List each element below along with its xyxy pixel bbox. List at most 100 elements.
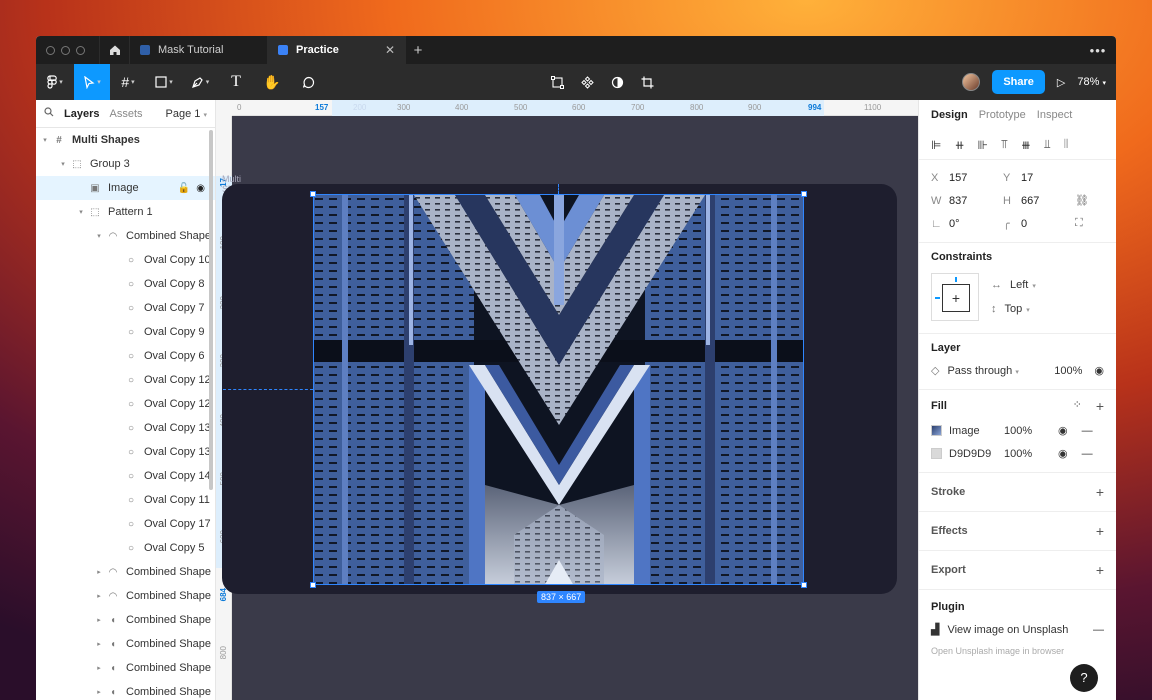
layer-row[interactable]: ▸ ◖ Combined Shape	[36, 632, 215, 656]
move-tool-button[interactable]: ▾	[74, 64, 110, 100]
width-field[interactable]: W 837	[931, 195, 1003, 207]
tab-mask-tutorial[interactable]: Mask Tutorial	[130, 36, 268, 64]
tab-inspect[interactable]: Inspect	[1037, 109, 1072, 121]
layer-row[interactable]: ○ Oval Copy 7	[36, 296, 215, 320]
layer-row[interactable]: ▸ ◠ Combined Shape	[36, 560, 215, 584]
color-swatch[interactable]	[931, 448, 942, 459]
height-field[interactable]: H 667	[1003, 195, 1075, 207]
mask-button[interactable]	[602, 64, 632, 100]
layer-row[interactable]: ○ Oval Copy 12	[36, 392, 215, 416]
hand-tool-button[interactable]: ✋	[254, 64, 290, 100]
avatar[interactable]	[962, 73, 981, 91]
expand-arrow-icon[interactable]: ▾	[40, 136, 50, 144]
align-right-icon[interactable]: ⊪	[978, 138, 988, 152]
layer-row[interactable]: ▾ ⬚ Pattern 1	[36, 200, 215, 224]
layer-row[interactable]: ▾ # Multi Shapes	[36, 128, 215, 152]
independent-corners-icon[interactable]: ⛶	[1075, 217, 1095, 230]
plugin-row[interactable]: ▟ View image on Unsplash —	[931, 623, 1104, 637]
tab-assets[interactable]: Assets	[109, 108, 142, 120]
fill-opacity[interactable]: 100%	[1004, 448, 1058, 460]
layer-row[interactable]: ○ Oval Copy 17	[36, 512, 215, 536]
layer-row[interactable]: ○ Oval Copy 9	[36, 320, 215, 344]
zoom-dropdown[interactable]: 78% ▾	[1077, 76, 1106, 88]
plugin-name[interactable]: View image on Unsplash	[947, 624, 1068, 636]
minimize-window-button[interactable]	[61, 45, 70, 55]
layer-row[interactable]: ○ Oval Copy 14	[36, 464, 215, 488]
tab-practice[interactable]: Practice ✕	[268, 36, 406, 64]
new-tab-icon[interactable]: +	[406, 42, 430, 59]
unlock-icon[interactable]: 🔓	[178, 183, 190, 194]
home-icon[interactable]	[100, 36, 130, 64]
layer-row[interactable]: ○ Oval Copy 10	[36, 248, 215, 272]
expand-arrow-icon[interactable]: ▸	[94, 664, 104, 672]
expand-arrow-icon[interactable]: ▸	[94, 568, 104, 576]
image-swatch[interactable]	[931, 425, 942, 436]
page-selector[interactable]: Page 1 ▾	[166, 108, 207, 120]
resize-handle-bottom-right[interactable]	[801, 582, 807, 588]
layer-row[interactable]: ▾ ⬚ Group 3	[36, 152, 215, 176]
main-menu-button[interactable]: ▾	[36, 64, 74, 100]
horizontal-constraint-dropdown[interactable]: ↔ Left ▾	[991, 279, 1036, 291]
vertical-constraint-dropdown[interactable]: ↕ Top ▾	[991, 303, 1036, 315]
eye-icon[interactable]: ◉	[196, 183, 205, 194]
layer-row[interactable]: ○ Oval Copy 13	[36, 416, 215, 440]
selected-image[interactable]	[313, 194, 804, 585]
close-window-button[interactable]	[46, 45, 55, 55]
constrain-proportions-icon[interactable]: ⛓	[1075, 194, 1095, 207]
constraints-widget[interactable]: +	[931, 273, 979, 321]
expand-arrow-icon[interactable]: ▾	[76, 208, 86, 216]
layer-row[interactable]: ▸ ◠ Combined Shape	[36, 584, 215, 608]
expand-arrow-icon[interactable]: ▸	[94, 592, 104, 600]
canvas[interactable]: 01572003004005006007008009009941100 1710…	[216, 100, 918, 700]
comment-tool-button[interactable]	[290, 64, 326, 100]
expand-arrow-icon[interactable]: ▸	[94, 616, 104, 624]
text-tool-button[interactable]: T	[218, 64, 254, 100]
eye-icon[interactable]: ◉	[1094, 364, 1104, 377]
align-horizontal-center-icon[interactable]: ⧺	[954, 138, 964, 152]
layer-row[interactable]: ○ Oval Copy 5	[36, 536, 215, 560]
more-options-icon[interactable]: •••	[1080, 43, 1116, 58]
crop-button[interactable]	[632, 64, 662, 100]
resize-handle-top-right[interactable]	[801, 191, 807, 197]
distribute-icon[interactable]: ⫴	[1064, 137, 1069, 152]
expand-arrow-icon[interactable]: ▾	[58, 160, 68, 168]
layer-row[interactable]: ▣ Image 🔓 ◉	[36, 176, 215, 200]
rotation-field[interactable]: ∟ 0°	[931, 218, 1003, 230]
add-effect-icon[interactable]: +	[1096, 523, 1104, 539]
align-vertical-center-icon[interactable]: ⧻	[1021, 138, 1031, 152]
layer-row[interactable]: ○ Oval Copy 11	[36, 488, 215, 512]
expand-arrow-icon[interactable]: ▸	[94, 688, 104, 696]
close-tab-icon[interactable]: ✕	[385, 43, 395, 57]
resize-handle-top-left[interactable]	[310, 191, 316, 197]
fill-hex[interactable]: D9D9D9	[949, 448, 1004, 460]
align-top-icon[interactable]: ⫪	[1001, 137, 1008, 152]
style-grid-icon[interactable]: ⁘	[1073, 398, 1082, 414]
layer-row[interactable]: ○ Oval Copy 13	[36, 440, 215, 464]
resize-handle-bottom-left[interactable]	[310, 582, 316, 588]
tab-design[interactable]: Design	[931, 109, 968, 121]
remove-fill-icon[interactable]: —	[1082, 425, 1093, 437]
pen-tool-button[interactable]: ▾	[182, 64, 218, 100]
corner-radius-field[interactable]: ╭ 0	[1003, 217, 1075, 231]
present-play-icon[interactable]: ▷	[1057, 76, 1065, 89]
layer-row[interactable]: ▸ ◖ Combined Shape	[36, 656, 215, 680]
frame-tool-button[interactable]: # ▾	[110, 64, 146, 100]
remove-fill-icon[interactable]: —	[1082, 448, 1093, 460]
layers-scrollbar[interactable]	[209, 130, 213, 490]
layer-opacity[interactable]: 100%	[1054, 365, 1082, 377]
fill-opacity[interactable]: 100%	[1004, 425, 1058, 437]
crop-frame-button[interactable]	[542, 64, 572, 100]
layer-row[interactable]: ○ Oval Copy 12	[36, 368, 215, 392]
help-button[interactable]: ?	[1070, 664, 1098, 692]
add-stroke-icon[interactable]: +	[1096, 484, 1104, 500]
expand-arrow-icon[interactable]: ▸	[94, 640, 104, 648]
blend-mode-dropdown[interactable]: Pass through ▾	[947, 365, 1018, 377]
fill-row-image[interactable]: Image 100% ◉ —	[931, 424, 1104, 437]
tab-prototype[interactable]: Prototype	[979, 109, 1026, 121]
layer-row[interactable]: ○ Oval Copy 6	[36, 344, 215, 368]
shape-tool-button[interactable]: ▾	[146, 64, 182, 100]
align-bottom-icon[interactable]: ⫫	[1044, 137, 1051, 152]
search-icon[interactable]	[44, 107, 54, 120]
layer-row[interactable]: ▾ ◠ Combined Shape	[36, 224, 215, 248]
eye-icon[interactable]: ◉	[1058, 447, 1068, 460]
